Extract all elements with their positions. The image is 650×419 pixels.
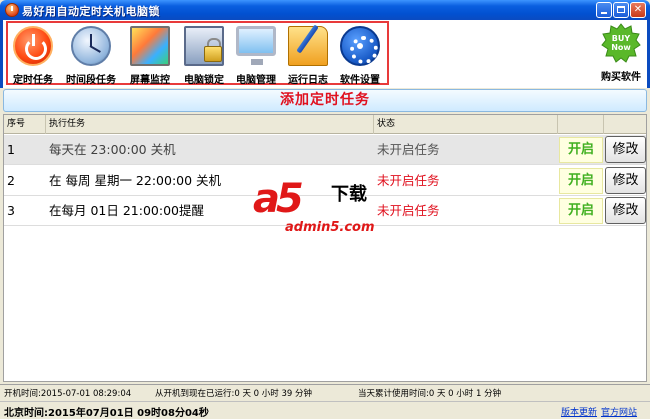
row-number: 2 xyxy=(7,173,15,188)
row-number: 3 xyxy=(7,203,15,218)
row-status: 未开启任务 xyxy=(377,173,440,188)
row-status: 未开启任务 xyxy=(377,142,440,157)
toolbar: 定时任务 时间段任务 屏幕监控 电脑锁定 电脑管理 运行日志 软件设置 BUY … xyxy=(0,20,650,88)
tool-label: 时间段任务 xyxy=(66,75,116,86)
close-button[interactable]: ✕ xyxy=(630,2,646,18)
row-status: 未开启任务 xyxy=(377,203,440,218)
enable-task-button[interactable]: 开启 xyxy=(559,198,603,224)
tool-software-settings[interactable]: 软件设置 xyxy=(334,25,386,86)
beijing-time: 北京时间:2015年07月01日 09时08分04秒 xyxy=(4,408,209,419)
minimize-button[interactable] xyxy=(596,2,612,18)
tool-computer-lock[interactable]: 电脑锁定 xyxy=(178,25,230,86)
watermark-logo: a5 xyxy=(253,176,304,222)
status-bar-info: 开机时间:2015-07-01 08:29:04 从开机到现在已运行:0 天 0… xyxy=(0,384,650,400)
today-usage: 当天累计使用时间:0 天 0 小时 1 分钟 xyxy=(358,389,502,399)
tool-run-log[interactable]: 运行日志 xyxy=(282,25,334,86)
gear-icon xyxy=(340,26,380,66)
tool-screen-monitor[interactable]: 屏幕监控 xyxy=(124,25,176,86)
update-link[interactable]: 版本更新 xyxy=(561,405,597,418)
tool-label: 定时任务 xyxy=(13,75,53,86)
uptime: 从开机到现在已运行:0 天 0 小时 39 分钟 xyxy=(155,389,313,399)
boot-time: 开机时间:2015-07-01 08:29:04 xyxy=(4,389,132,399)
minimize-icon xyxy=(601,12,607,14)
tool-label: 屏幕监控 xyxy=(130,75,170,86)
column-header-edit xyxy=(604,115,646,134)
column-header-task[interactable]: 执行任务 xyxy=(46,115,374,134)
buy-badge-text: BUY xyxy=(612,34,631,43)
table-header: 序号 执行任务 状态 xyxy=(4,115,646,134)
row-number: 1 xyxy=(7,142,15,157)
tool-buy-software[interactable]: BUY Now 购买软件 xyxy=(594,22,648,83)
main-tool-group: 定时任务 时间段任务 屏幕监控 电脑锁定 电脑管理 运行日志 软件设置 xyxy=(6,21,389,86)
window-title: 易好用自动定时关机电脑锁 xyxy=(22,5,160,18)
add-task-button[interactable]: 添加定时任务 xyxy=(3,89,647,112)
row-task: 每天在 23:00:00 关机 xyxy=(49,142,176,157)
watermark: a5 下载 admin5.com xyxy=(253,170,403,240)
enable-task-button[interactable]: 开启 xyxy=(559,168,603,194)
column-header-num[interactable]: 序号 xyxy=(4,115,46,134)
title-bar: 易好用自动定时关机电脑锁 ✕ xyxy=(0,0,650,20)
enable-task-button[interactable]: 开启 xyxy=(559,137,603,163)
watermark-download: 下载 xyxy=(331,184,367,205)
task-table: 序号 执行任务 状态 1 每天在 23:00:00 关机 未开启任务 开启 修改… xyxy=(3,114,647,382)
website-link[interactable]: 官方网站 xyxy=(601,405,637,418)
tool-period-task[interactable]: 时间段任务 xyxy=(60,25,122,86)
column-header-status[interactable]: 状态 xyxy=(374,115,558,134)
buy-badge-text: Now xyxy=(611,43,631,52)
tool-label: 软件设置 xyxy=(340,75,380,86)
tool-computer-management[interactable]: 电脑管理 xyxy=(230,25,282,86)
maximize-icon xyxy=(617,6,625,13)
computer-icon xyxy=(236,26,276,65)
watermark-site: admin5.com xyxy=(285,220,375,235)
buy-now-icon: BUY Now xyxy=(601,23,641,63)
power-icon xyxy=(13,26,53,66)
close-icon: ✕ xyxy=(633,4,643,15)
column-header-toggle xyxy=(558,115,604,134)
clock-icon xyxy=(71,26,111,66)
tool-label: 电脑管理 xyxy=(236,75,276,86)
status-bar-clock: 北京时间:2015年07月01日 09时08分04秒 版本更新 官方网站 xyxy=(0,401,650,419)
tool-label: 运行日志 xyxy=(288,75,328,86)
monitor-icon xyxy=(130,26,170,66)
app-power-icon xyxy=(5,3,19,17)
table-row[interactable]: 1 每天在 23:00:00 关机 未开启任务 开启 修改 xyxy=(4,135,646,165)
log-icon xyxy=(288,26,328,66)
lock-icon xyxy=(184,26,224,66)
edit-task-button[interactable]: 修改 xyxy=(605,197,646,224)
edit-task-button[interactable]: 修改 xyxy=(605,136,646,163)
maximize-button[interactable] xyxy=(613,2,629,18)
tool-scheduled-task[interactable]: 定时任务 xyxy=(8,25,58,86)
edit-task-button[interactable]: 修改 xyxy=(605,167,646,194)
tool-label: 电脑锁定 xyxy=(184,75,224,86)
tool-label: 购买软件 xyxy=(601,72,641,83)
